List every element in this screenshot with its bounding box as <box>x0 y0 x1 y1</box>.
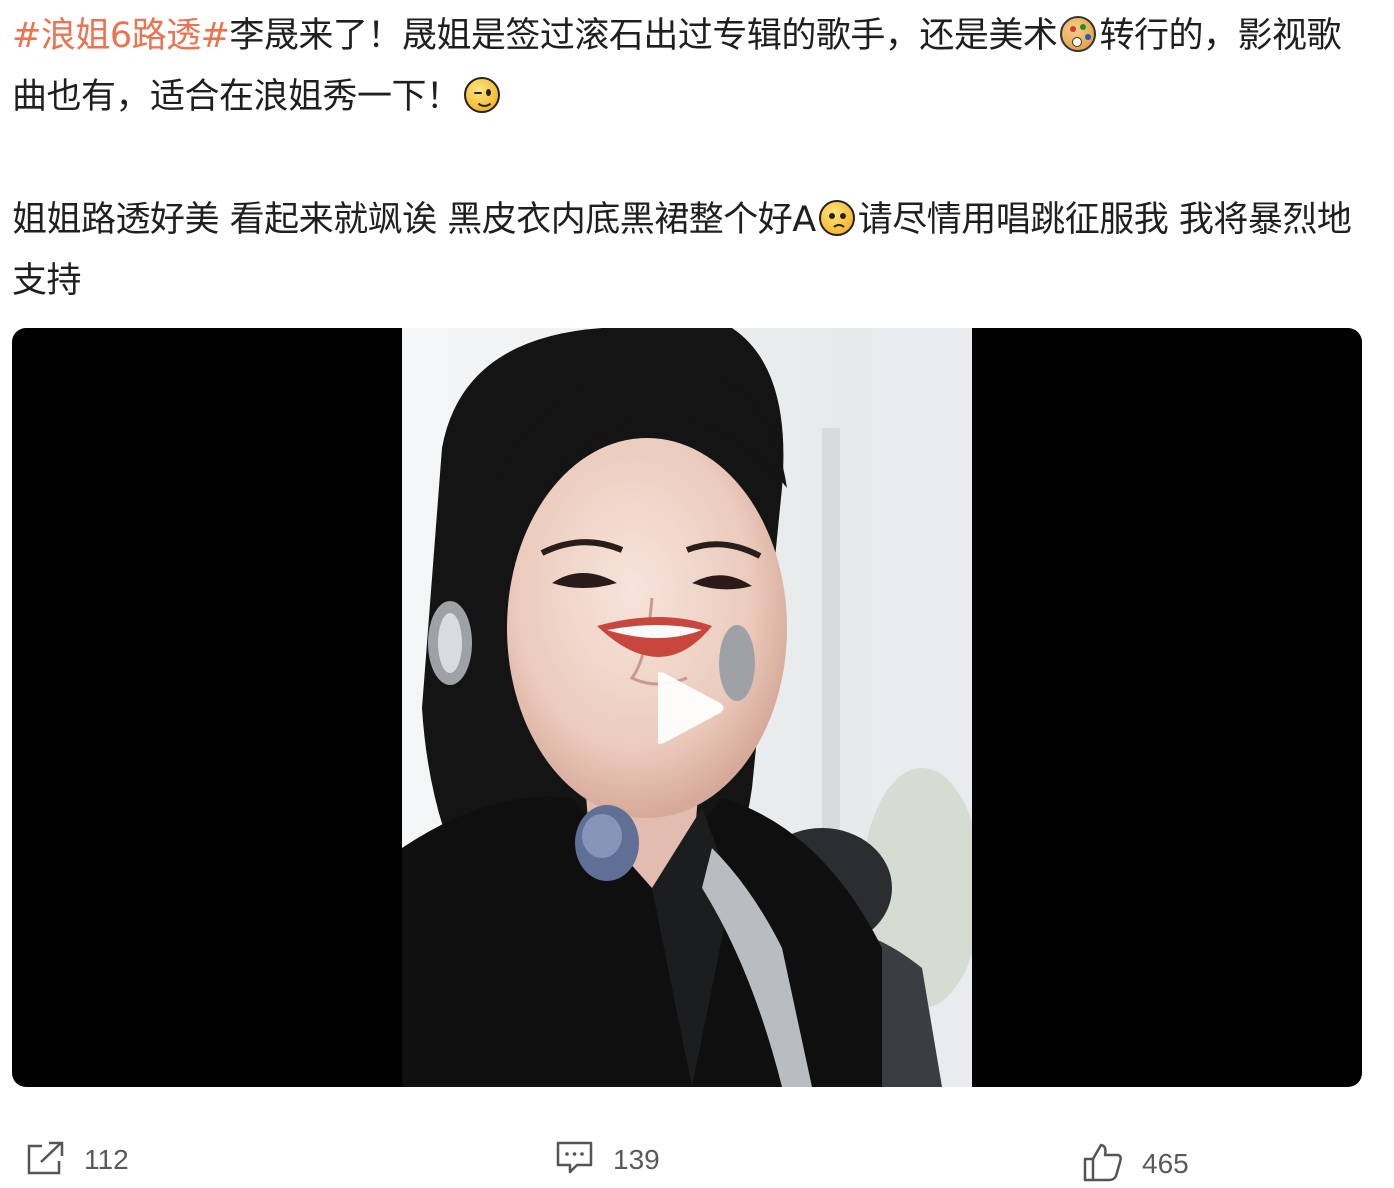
like-button[interactable]: 465 <box>1082 1142 1189 1186</box>
post-paragraph-1: #浪姐6路透#李晟来了！晟姐是签过滚石出过专辑的歌手，还是美术 转行的，影视歌曲也… <box>12 6 1372 128</box>
repost-icon <box>26 1140 66 1180</box>
play-icon[interactable] <box>648 668 728 748</box>
repost-count: 112 <box>84 1144 129 1175</box>
sad-emoji-icon <box>818 200 855 236</box>
repost-button[interactable]: 112 <box>26 1138 129 1182</box>
comment-count: 139 <box>613 1144 660 1175</box>
like-icon <box>1082 1142 1124 1186</box>
post-text-line1a: 李晟来了！晟姐是签过滚石出过专辑的歌手，还是美术 <box>229 16 1058 56</box>
wink-emoji-icon <box>463 77 500 113</box>
video-player[interactable] <box>12 328 1362 1087</box>
post-text: #浪姐6路透#李晟来了！晟姐是签过滚石出过专辑的歌手，还是美术 转行的，影视歌曲也… <box>12 6 1372 312</box>
hashtag-link[interactable]: #浪姐6路透# <box>12 16 230 56</box>
comment-button[interactable]: 139 <box>555 1138 660 1182</box>
comment-icon <box>555 1140 595 1180</box>
post-paragraph-2: 姐姐路透好美 看起来就飒诶 黑皮衣内底黑裙整个好A 请尽情用唱跳征服我 我将暴烈地… <box>12 190 1372 312</box>
post-text-line2a: 姐姐路透好美 看起来就飒诶 黑皮衣内底黑裙整个好A <box>12 200 816 240</box>
like-count: 465 <box>1142 1148 1189 1179</box>
palette-emoji-icon <box>1060 16 1097 52</box>
